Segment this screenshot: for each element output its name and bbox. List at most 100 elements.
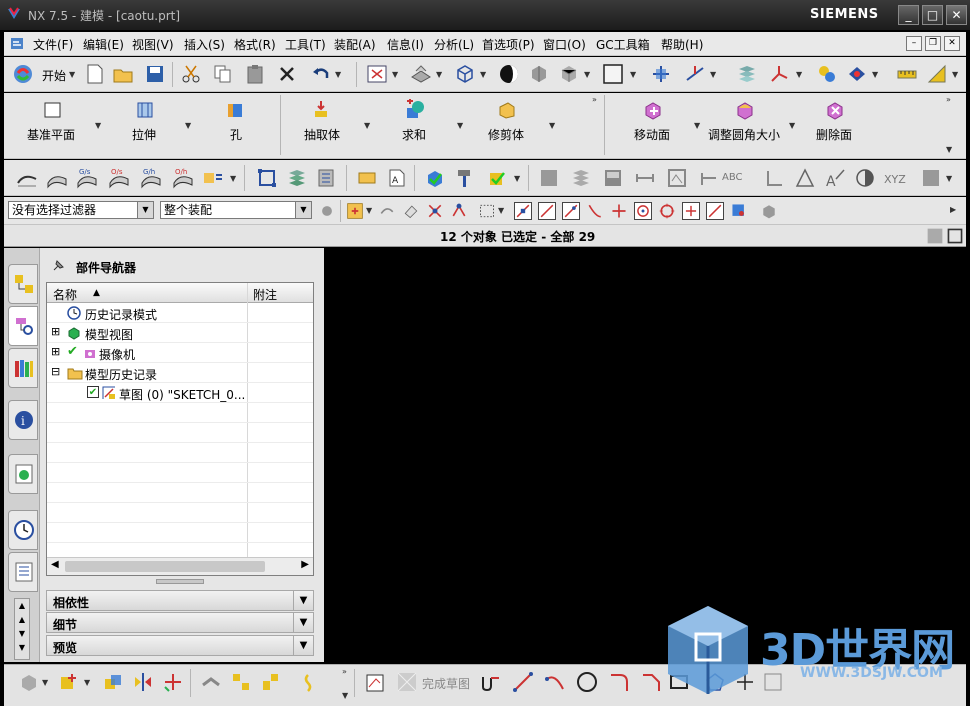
wireframe-cube-icon[interactable]	[454, 63, 476, 85]
eraser-icon[interactable]	[402, 202, 420, 220]
chevron-down-icon[interactable]: ▼	[293, 636, 313, 655]
tab-assembly-navigator[interactable]	[8, 264, 38, 304]
menu-tools[interactable]: 工具(T)	[285, 36, 326, 53]
horizontal-scrollbar[interactable]: ◀ ▶	[47, 557, 313, 575]
snap-existing-point-icon[interactable]	[682, 202, 700, 220]
status-view-icon[interactable]	[926, 227, 944, 245]
chevron-down-icon[interactable]: ▼	[185, 121, 191, 130]
resource-bar-scroll[interactable]: ▲ ▲ ▼ ▼	[14, 598, 30, 660]
maximize-button[interactable]: □	[922, 5, 943, 25]
chevron-down-icon[interactable]: ▼	[392, 70, 398, 79]
snap-point-icon[interactable]	[846, 63, 868, 85]
chevron-down-icon[interactable]: ▼	[694, 121, 700, 130]
menu-file[interactable]: 文件(F)	[33, 36, 73, 53]
snap-center-icon[interactable]	[634, 202, 652, 220]
scroll-right-icon[interactable]: ▶	[301, 559, 309, 570]
chevron-down-icon[interactable]: ▼	[293, 613, 313, 632]
section-dependencies[interactable]: 相依性 ▼	[46, 590, 314, 611]
bounding-box-icon[interactable]	[256, 167, 278, 189]
extrude-label[interactable]: 拉伸	[132, 126, 156, 143]
trim-body-icon[interactable]	[496, 99, 518, 121]
xyz-text-icon[interactable]: XYZ	[884, 173, 906, 186]
snap-on-curve-icon[interactable]	[706, 202, 724, 220]
scroll-down-icon[interactable]: ▼	[15, 641, 29, 655]
minimize-button[interactable]: _	[898, 5, 919, 25]
annotation-icon[interactable]	[356, 167, 378, 189]
arc-icon[interactable]	[544, 671, 566, 693]
layer-category-icon[interactable]	[316, 167, 338, 189]
shaded-view-icon[interactable]	[410, 63, 432, 85]
move-face-icon[interactable]	[642, 99, 664, 121]
menu-information[interactable]: 信息(I)	[387, 36, 424, 53]
chevron-down-icon[interactable]: ▼	[584, 70, 590, 79]
chevron-down-icon[interactable]: ▼	[293, 591, 313, 610]
select-type-icon[interactable]	[346, 202, 364, 220]
scroll-up-icon[interactable]: ▲	[15, 599, 29, 613]
fullscreen-icon[interactable]	[946, 227, 964, 245]
toolbar-overflow-icon[interactable]: ▶	[950, 205, 956, 214]
gray-dimension-icon[interactable]	[634, 167, 656, 189]
extract-body-icon[interactable]	[310, 99, 332, 121]
toolbar-overflow-icon[interactable]: »	[592, 95, 597, 104]
panel-splitter[interactable]	[156, 579, 204, 584]
measure-angle-icon[interactable]	[926, 63, 948, 85]
sort-ascending-icon[interactable]: ▲	[93, 288, 100, 298]
constraint-icon[interactable]	[200, 671, 222, 693]
chevron-down-icon[interactable]: ▼	[69, 70, 75, 79]
hammer-icon[interactable]	[454, 167, 476, 189]
new-component-icon[interactable]	[102, 671, 124, 693]
finish-sketch-label[interactable]: 完成草图	[422, 675, 470, 692]
surface-os-icon[interactable]: O/s	[108, 167, 130, 189]
shaded-sphere-icon[interactable]	[498, 63, 520, 85]
delete-face-label[interactable]: 删除面	[816, 126, 852, 143]
trim-body-label[interactable]: 修剪体	[488, 126, 524, 143]
gray-stack-icon[interactable]	[570, 167, 592, 189]
layer-stack-icon[interactable]	[286, 167, 308, 189]
chevron-down-icon[interactable]: ▼	[84, 678, 90, 687]
gray-table-icon[interactable]	[920, 167, 942, 189]
chevron-down-icon[interactable]: ▼	[789, 121, 795, 130]
feature-select-icon[interactable]	[450, 202, 468, 220]
chevron-down-icon[interactable]: ▼	[342, 691, 348, 700]
snap-curve-icon[interactable]	[586, 202, 604, 220]
tab-web-browser[interactable]	[8, 454, 38, 494]
tab-hd3d-tools[interactable]: i	[8, 400, 38, 440]
clip-link-icon[interactable]	[300, 671, 322, 693]
save-icon[interactable]	[144, 63, 166, 85]
assembly-tool-icon[interactable]	[816, 63, 838, 85]
background-color-icon[interactable]	[602, 63, 624, 85]
snap-midpoint-icon[interactable]	[562, 202, 580, 220]
edge-cube-icon[interactable]	[558, 63, 580, 85]
doc-restore-button[interactable]: ❐	[925, 36, 941, 51]
check-block-icon[interactable]	[486, 167, 508, 189]
csys-icon[interactable]	[768, 63, 790, 85]
rectangle-select-icon[interactable]	[478, 202, 496, 220]
chevron-down-icon[interactable]: ▼	[796, 70, 802, 79]
chevron-down-icon[interactable]: ▼	[364, 121, 370, 130]
chevron-down-icon[interactable]: ▼	[946, 145, 952, 154]
mirror-assembly-icon[interactable]	[132, 671, 154, 693]
assembly-scope-dropdown[interactable]: 整个装配 ▼	[160, 201, 312, 219]
unite-label[interactable]: 求和	[402, 126, 426, 143]
gray-block-icon[interactable]	[538, 167, 560, 189]
menu-gc-toolbox[interactable]: GC工具箱	[596, 36, 650, 53]
chevron-down-icon[interactable]: ▼	[498, 206, 504, 215]
move-component-icon[interactable]	[162, 671, 184, 693]
snap-quadrant-icon[interactable]	[658, 202, 676, 220]
profile-icon[interactable]	[480, 671, 502, 693]
half-circle-icon[interactable]	[854, 167, 876, 189]
chevron-down-icon[interactable]: ▼	[295, 202, 311, 218]
section-details[interactable]: 细节 ▼	[46, 612, 314, 633]
scroll-down-icon[interactable]: ▼	[15, 627, 29, 641]
start-icon[interactable]	[12, 63, 34, 85]
text-note-icon[interactable]: A	[386, 167, 408, 189]
triangle-icon[interactable]	[794, 167, 816, 189]
chevron-down-icon[interactable]: ▼	[946, 174, 952, 183]
tab-part-navigator[interactable]	[8, 306, 38, 346]
nx-menu-icon[interactable]	[10, 36, 28, 52]
scroll-left-icon[interactable]: ◀	[51, 559, 59, 570]
scrollbar-thumb[interactable]	[65, 561, 265, 572]
chevron-down-icon[interactable]: ▼	[137, 202, 153, 218]
measure-distance-icon[interactable]	[896, 63, 918, 85]
collapse-icon[interactable]: ⊟	[51, 365, 60, 378]
